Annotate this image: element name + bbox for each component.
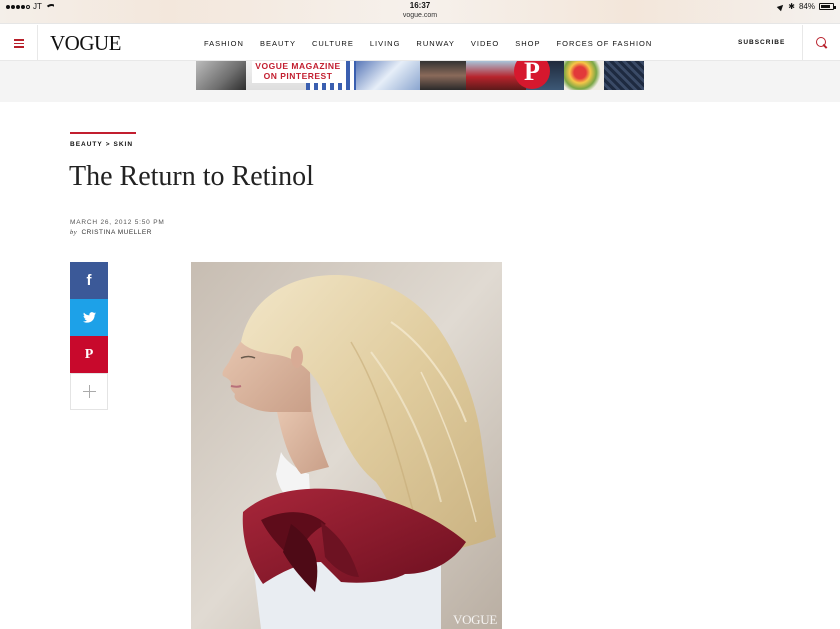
subscribe-link[interactable]: SUBSCRIBE: [738, 39, 785, 46]
main-nav: FASHION BEAUTY CULTURE LIVING RUNWAY VID…: [204, 25, 668, 61]
ad-strip: VOGUE MAGAZINE ON PINTEREST P: [0, 61, 840, 102]
ad-photo-tile: [196, 61, 246, 90]
search-button[interactable]: [802, 25, 840, 61]
ad-photo-tile: [420, 61, 466, 90]
pinterest-ad-banner[interactable]: VOGUE MAGAZINE ON PINTEREST P: [196, 61, 644, 90]
nav-item-beauty[interactable]: BEAUTY: [260, 39, 296, 48]
article-hero-image[interactable]: VOGUE: [191, 262, 502, 629]
twitter-bird-icon: [82, 312, 96, 323]
browser-url[interactable]: vogue.com: [0, 11, 840, 20]
nav-item-fashion[interactable]: FASHION: [204, 39, 244, 48]
ad-title-line2: ON PINTEREST: [263, 71, 333, 81]
ad-title-box: VOGUE MAGAZINE ON PINTEREST: [252, 61, 344, 83]
hamburger-menu-icon: [13, 39, 24, 48]
breadcrumb: BEAUTY > SKIN: [70, 132, 136, 148]
ad-photo-tile: [564, 61, 604, 90]
status-right: ✱ 84%: [777, 1, 836, 11]
breadcrumb-subsection[interactable]: SKIN: [114, 141, 134, 148]
share-twitter-button[interactable]: [70, 299, 108, 336]
vogue-logo[interactable]: VOGUE: [50, 31, 122, 55]
facebook-icon: f: [86, 272, 92, 289]
share-pinterest-button[interactable]: P: [70, 336, 108, 373]
article-byline: by CRISTINA MUELLER: [70, 229, 152, 236]
article-title: The Return to Retinol: [69, 161, 314, 192]
author-name[interactable]: CRISTINA MUELLER: [81, 229, 152, 236]
share-bar: f P: [70, 262, 108, 410]
battery-icon: [819, 3, 836, 10]
battery-percent: 84%: [798, 2, 815, 11]
search-icon: [815, 37, 828, 49]
site-header: VOGUE FASHION BEAUTY CULTURE LIVING RUNW…: [0, 25, 840, 61]
byline-prefix: by: [70, 229, 78, 236]
article-date: MARCH 26, 2012 5:50 PM: [70, 219, 165, 226]
plus-icon: [82, 385, 96, 398]
location-arrow-icon: [777, 2, 786, 11]
share-more-button[interactable]: [70, 373, 108, 410]
hero-photo: [191, 262, 502, 629]
ad-title-line1: VOGUE MAGAZINE: [255, 61, 341, 71]
ad-photo-tile: [604, 61, 644, 90]
nav-item-shop[interactable]: SHOP: [515, 39, 540, 48]
nav-item-runway[interactable]: RUNWAY: [416, 39, 455, 48]
share-facebook-button[interactable]: f: [70, 262, 108, 299]
ad-photo-tile: [356, 61, 420, 90]
breadcrumb-separator: >: [105, 141, 111, 148]
breadcrumb-section[interactable]: BEAUTY: [70, 141, 103, 148]
battery-fill: [821, 5, 831, 8]
bluetooth-icon: ✱: [788, 1, 795, 11]
ios-status-bar: JT 16:37 vogue.com ✱ 84%: [0, 0, 840, 24]
nav-item-forces-of-fashion[interactable]: FORCES OF FASHION: [557, 39, 653, 48]
nav-item-video[interactable]: VIDEO: [471, 39, 499, 48]
nav-item-culture[interactable]: CULTURE: [312, 39, 354, 48]
image-watermark: VOGUE: [453, 612, 497, 627]
pinterest-icon: P: [84, 346, 94, 362]
menu-button[interactable]: [0, 25, 38, 61]
status-center: 16:37 vogue.com: [0, 1, 840, 20]
status-time: 16:37: [409, 1, 431, 10]
nav-item-living[interactable]: LIVING: [370, 39, 401, 48]
